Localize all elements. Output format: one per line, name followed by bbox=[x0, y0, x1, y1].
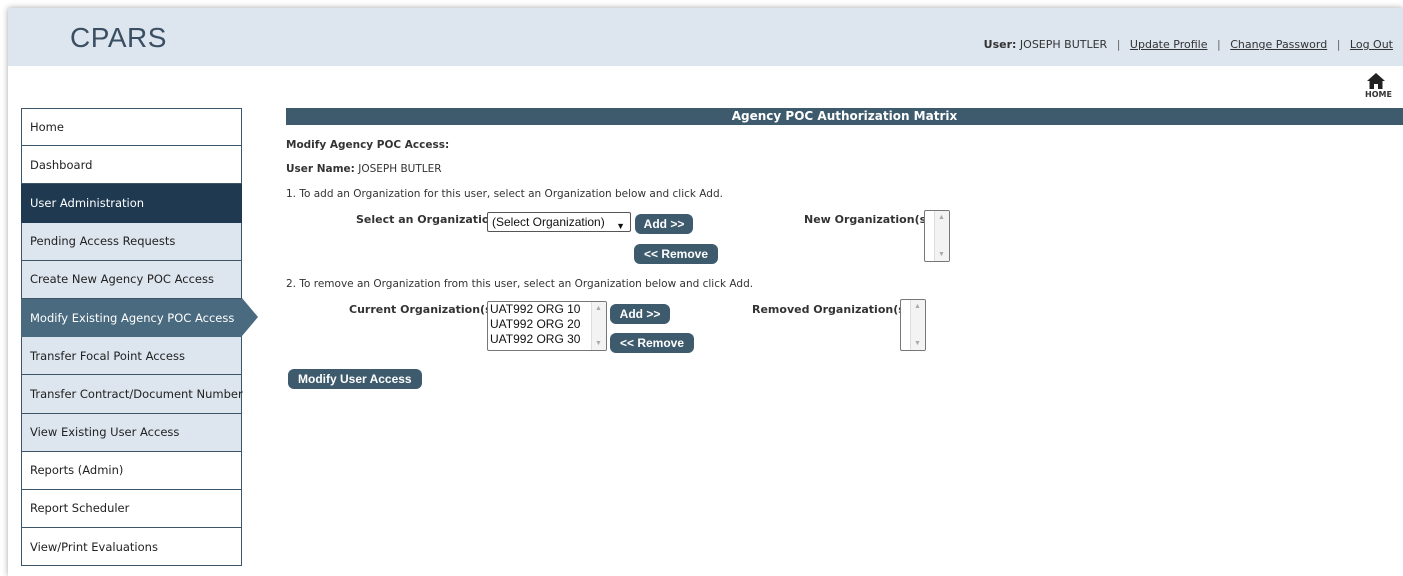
sidebar-item-view-existing-user-access[interactable]: View Existing User Access bbox=[21, 413, 242, 452]
sidebar-item-home[interactable]: Home bbox=[21, 108, 242, 147]
new-organizations-label: New Organization(s): bbox=[804, 213, 936, 226]
list-item[interactable]: UAT992 ORG 30 bbox=[488, 332, 606, 347]
list-item[interactable]: UAT992 ORG 20 bbox=[488, 317, 606, 332]
sidebar-item-report-scheduler[interactable]: Report Scheduler bbox=[21, 489, 242, 529]
modify-user-access-button[interactable]: Modify User Access bbox=[288, 369, 422, 389]
home-icon bbox=[1367, 73, 1385, 89]
change-password-link[interactable]: Change Password bbox=[1230, 38, 1327, 51]
user-name: JOSEPH BUTLER bbox=[1019, 38, 1108, 51]
main-content: Agency POC Authorization Matrix Modify A… bbox=[286, 108, 1403, 389]
logout-link[interactable]: Log Out bbox=[1350, 38, 1393, 51]
step-1-instructions: 1. To add an Organization for this user,… bbox=[286, 188, 723, 200]
user-name-row: User Name: JOSEPH BUTLER bbox=[286, 163, 442, 175]
update-profile-link[interactable]: Update Profile bbox=[1130, 38, 1208, 51]
removed-organizations-list[interactable]: ▲ ▼ bbox=[900, 299, 926, 351]
current-organizations-list[interactable]: UAT992 ORG 10 UAT992 ORG 20 UAT992 ORG 3… bbox=[487, 301, 607, 351]
sidebar-item-create-new-agency-poc-access[interactable]: Create New Agency POC Access bbox=[21, 260, 242, 299]
header: CPARS User: JOSEPH BUTLER | Update Profi… bbox=[8, 8, 1403, 66]
scrollbar[interactable]: ▲ ▼ bbox=[910, 300, 925, 350]
list-item[interactable]: UAT992 ORG 10 bbox=[488, 302, 606, 317]
sidebar-item-pending-access-requests[interactable]: Pending Access Requests bbox=[21, 222, 242, 261]
organization-select[interactable]: (Select Organization) ▼ bbox=[487, 212, 631, 232]
separator: | bbox=[1216, 38, 1221, 51]
remove-current-organization-button[interactable]: << Remove bbox=[610, 333, 694, 353]
user-label: User: bbox=[983, 38, 1017, 51]
page-title: Agency POC Authorization Matrix bbox=[286, 108, 1403, 125]
add-removed-organization-button[interactable]: Add >> bbox=[610, 304, 670, 324]
separator: | bbox=[1336, 38, 1341, 51]
scrollbar[interactable]: ▲ ▼ bbox=[591, 302, 606, 350]
user-name-label: User Name: bbox=[286, 163, 355, 175]
chevron-down-icon: ▼ bbox=[616, 221, 625, 231]
removed-organizations-label: Removed Organization(s): bbox=[752, 303, 915, 316]
step-2-instructions: 2. To remove an Organization from this u… bbox=[286, 278, 754, 290]
user-name-value: JOSEPH BUTLER bbox=[358, 163, 442, 175]
sidebar-item-dashboard[interactable]: Dashboard bbox=[21, 146, 242, 185]
select-organization-label: Select an Organization: bbox=[356, 213, 502, 226]
sidebar-item-view-print-evaluations[interactable]: View/Print Evaluations bbox=[21, 528, 242, 567]
browser-frame: CPARS User: JOSEPH BUTLER | Update Profi… bbox=[8, 8, 1403, 576]
home-shortcut[interactable]: HOME bbox=[1365, 73, 1392, 99]
sidebar-item-reports-admin[interactable]: Reports (Admin) bbox=[21, 451, 242, 490]
sidebar-nav: Home Dashboard User Administration Pendi… bbox=[21, 108, 258, 567]
app-logo[interactable]: CPARS bbox=[70, 22, 167, 54]
sidebar-item-user-administration[interactable]: User Administration bbox=[21, 184, 242, 223]
sidebar-item-modify-existing-agency-poc-access[interactable]: Modify Existing Agency POC Access bbox=[21, 297, 258, 338]
separator: | bbox=[1116, 38, 1121, 51]
user-bar: User: JOSEPH BUTLER | Update Profile | C… bbox=[984, 38, 1393, 51]
home-icon-label: HOME bbox=[1365, 90, 1392, 99]
add-organization-button[interactable]: Add >> bbox=[635, 214, 693, 234]
scrollbar[interactable]: ▲ ▼ bbox=[934, 211, 949, 261]
sidebar-item-transfer-contract-document-number[interactable]: Transfer Contract/Document Number bbox=[21, 375, 243, 414]
sidebar-item-transfer-focal-point-access[interactable]: Transfer Focal Point Access bbox=[21, 337, 242, 376]
remove-new-organization-button[interactable]: << Remove bbox=[634, 244, 718, 264]
section-heading: Modify Agency POC Access: bbox=[286, 139, 450, 151]
current-organizations-label: Current Organization(s): bbox=[349, 303, 502, 316]
new-organizations-list[interactable]: ▲ ▼ bbox=[924, 210, 950, 262]
